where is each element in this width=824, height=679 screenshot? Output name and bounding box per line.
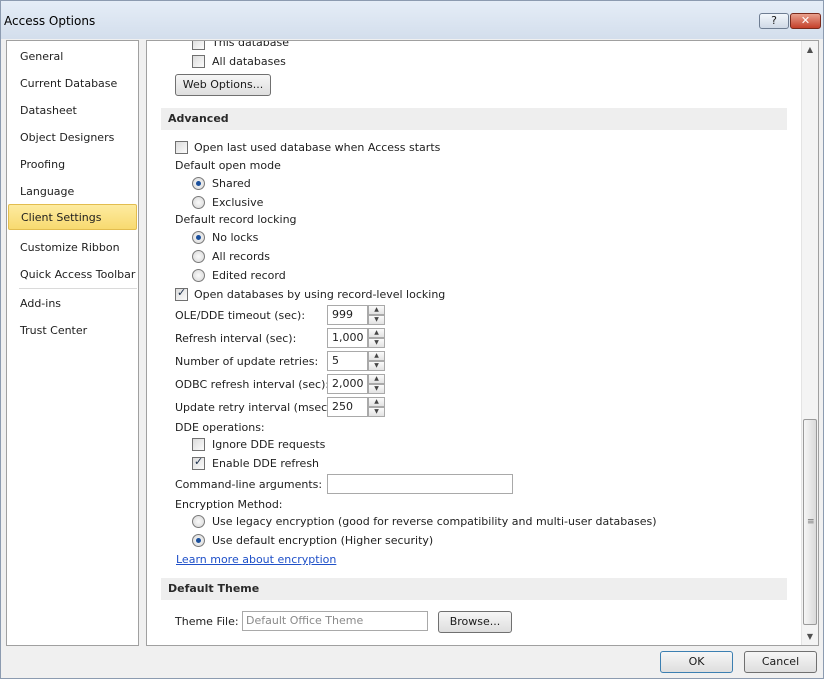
ole-timeout-spinner: 999 ▲ ▼ <box>327 305 385 325</box>
title-bar: Access Options ? ✕ <box>1 1 823 39</box>
spin-up-icon[interactable]: ▲ <box>368 374 385 384</box>
advanced-section-header: Advanced <box>161 108 787 130</box>
window-title: Access Options <box>4 14 96 28</box>
spin-up-icon[interactable]: ▲ <box>368 305 385 315</box>
nav-item-proofing[interactable]: Proofing <box>8 152 137 178</box>
help-button[interactable]: ? <box>759 13 789 29</box>
web-options-button[interactable]: Web Options... <box>175 74 271 96</box>
enable-dde-refresh-checkbox[interactable]: ✓ <box>192 455 205 470</box>
all-databases-label: All databases <box>212 55 286 68</box>
radio-selected-dot <box>196 181 201 186</box>
all-records-radio[interactable] <box>192 250 205 263</box>
cancel-button[interactable]: Cancel <box>744 651 817 673</box>
update-retry-interval-input[interactable]: 250 <box>327 397 368 417</box>
refresh-interval-label: Refresh interval (sec): <box>175 332 297 345</box>
refresh-interval-input[interactable]: 1,000 <box>327 328 368 348</box>
check-icon: ✓ <box>177 286 187 299</box>
no-locks-radio[interactable] <box>192 231 205 244</box>
no-locks-label: No locks <box>212 231 259 244</box>
nav-item-datasheet[interactable]: Datasheet <box>8 98 137 124</box>
update-retry-interval-label: Update retry interval (msec): <box>175 401 336 414</box>
update-retries-label: Number of update retries: <box>175 355 319 368</box>
default-theme-section-header: Default Theme <box>161 578 787 600</box>
edited-record-label: Edited record <box>212 269 286 282</box>
radio-selected-dot <box>196 235 201 240</box>
check-icon: ✓ <box>194 455 204 468</box>
odbc-refresh-input[interactable]: 2,000 <box>327 374 368 394</box>
this-database-label: This database <box>212 40 289 49</box>
spin-down-icon[interactable]: ▼ <box>368 407 385 417</box>
close-button[interactable]: ✕ <box>790 13 821 29</box>
vertical-scrollbar[interactable]: ▲ ≡ ▼ <box>801 41 818 645</box>
open-last-used-label: Open last used database when Access star… <box>194 141 441 154</box>
spin-up-icon[interactable]: ▲ <box>368 328 385 338</box>
nav-item-customize-ribbon[interactable]: Customize Ribbon <box>8 235 137 261</box>
default-encryption-label: Use default encryption (Higher security) <box>212 534 434 547</box>
open-last-used-checkbox[interactable] <box>175 141 188 154</box>
nav-item-language[interactable]: Language <box>8 179 137 205</box>
edited-record-radio[interactable] <box>192 269 205 282</box>
enable-dde-refresh-label: Enable DDE refresh <box>212 457 320 470</box>
settings-panel: This database All databases Web Options.… <box>146 40 819 646</box>
shared-radio[interactable] <box>192 177 205 190</box>
access-options-dialog: Access Options ? ✕ General Current Datab… <box>0 0 824 679</box>
category-sidebar: General Current Database Datasheet Objec… <box>6 40 139 646</box>
browse-button[interactable]: Browse... <box>438 611 512 633</box>
scroll-down-icon[interactable]: ▼ <box>802 628 818 645</box>
spin-down-icon[interactable]: ▼ <box>368 315 385 325</box>
exclusive-radio[interactable] <box>192 196 205 209</box>
this-database-checkbox[interactable] <box>192 41 205 50</box>
dde-operations-label: DDE operations: <box>175 421 265 434</box>
update-retries-spinner: 5 ▲ ▼ <box>327 351 385 371</box>
default-encryption-radio[interactable] <box>192 534 205 547</box>
nav-item-add-ins[interactable]: Add-ins <box>8 291 137 317</box>
learn-more-encryption-link[interactable]: Learn more about encryption <box>176 553 336 566</box>
nav-item-general[interactable]: General <box>8 44 137 70</box>
legacy-encryption-label: Use legacy encryption (good for reverse … <box>212 515 657 528</box>
ole-timeout-input[interactable]: 999 <box>327 305 368 325</box>
legacy-encryption-radio[interactable] <box>192 515 205 528</box>
nav-item-quick-access-toolbar[interactable]: Quick Access Toolbar <box>8 262 137 288</box>
default-open-mode-label: Default open mode <box>175 159 281 172</box>
theme-file-label: Theme File: <box>175 615 239 628</box>
record-level-locking-label: Open databases by using record-level loc… <box>194 288 446 301</box>
grip-icon: ≡ <box>807 517 815 527</box>
ignore-dde-label: Ignore DDE requests <box>212 438 326 451</box>
shared-label: Shared <box>212 177 251 190</box>
nav-item-object-designers[interactable]: Object Designers <box>8 125 137 151</box>
all-databases-checkbox[interactable] <box>192 55 205 68</box>
nav-item-current-database[interactable]: Current Database <box>8 71 137 97</box>
theme-file-input[interactable]: Default Office Theme <box>242 611 428 631</box>
scrollbar-thumb[interactable]: ≡ <box>803 419 817 625</box>
radio-selected-dot <box>196 538 201 543</box>
ole-timeout-label: OLE/DDE timeout (sec): <box>175 309 306 322</box>
ignore-dde-checkbox[interactable] <box>192 438 205 451</box>
update-retry-interval-spinner: 250 ▲ ▼ <box>327 397 385 417</box>
spin-up-icon[interactable]: ▲ <box>368 351 385 361</box>
spin-down-icon[interactable]: ▼ <box>368 338 385 348</box>
command-line-label: Command-line arguments: <box>175 478 323 491</box>
default-record-locking-label: Default record locking <box>175 213 297 226</box>
encryption-method-label: Encryption Method: <box>175 498 283 511</box>
all-records-label: All records <box>212 250 271 263</box>
ok-button[interactable]: OK <box>660 651 733 673</box>
refresh-interval-spinner: 1,000 ▲ ▼ <box>327 328 385 348</box>
spin-down-icon[interactable]: ▼ <box>368 361 385 371</box>
command-line-input[interactable] <box>327 474 513 494</box>
odbc-refresh-spinner: 2,000 ▲ ▼ <box>327 374 385 394</box>
record-level-locking-checkbox[interactable]: ✓ <box>175 286 188 301</box>
scroll-up-icon[interactable]: ▲ <box>802 41 818 58</box>
odbc-refresh-label: ODBC refresh interval (sec): <box>175 378 330 391</box>
exclusive-label: Exclusive <box>212 196 264 209</box>
update-retries-input[interactable]: 5 <box>327 351 368 371</box>
spin-down-icon[interactable]: ▼ <box>368 384 385 394</box>
nav-divider <box>19 288 137 289</box>
spin-up-icon[interactable]: ▲ <box>368 397 385 407</box>
nav-item-trust-center[interactable]: Trust Center <box>8 318 137 344</box>
nav-item-client-settings[interactable]: Client Settings <box>8 204 137 230</box>
